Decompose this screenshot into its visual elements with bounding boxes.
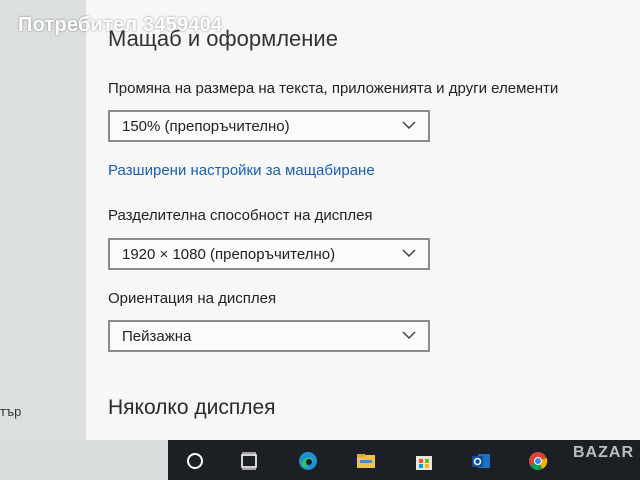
taskbar-search-area[interactable] — [0, 440, 168, 480]
cortana-icon[interactable] — [184, 450, 206, 472]
advanced-scaling-link[interactable]: Разширени настройки за мащабиране — [108, 162, 375, 179]
scale-dropdown[interactable]: 150% (препоръчително) — [108, 110, 430, 142]
edge-icon[interactable] — [297, 450, 319, 472]
settings-sidebar: тър — [0, 0, 86, 440]
resolution-label: Разделителна способност на дисплея — [108, 207, 373, 224]
scale-dropdown-value: 150% (препоръчително) — [122, 118, 290, 135]
orientation-label: Ориентация на дисплея — [108, 290, 277, 307]
text-size-label: Промяна на размера на текста, приложения… — [108, 80, 559, 97]
store-icon[interactable] — [413, 450, 435, 472]
resolution-dropdown-value: 1920 × 1080 (препоръчително) — [122, 246, 336, 263]
outlook-icon[interactable] — [470, 450, 492, 472]
user-watermark: Потребител 3459404 — [18, 14, 223, 36]
taskbar — [0, 440, 640, 480]
multiple-displays-title: Няколко дисплея — [108, 396, 276, 419]
file-explorer-icon[interactable] — [355, 450, 377, 472]
orientation-dropdown[interactable]: Пейзажна — [108, 320, 430, 352]
chevron-down-icon — [402, 331, 416, 340]
chrome-icon[interactable] — [527, 450, 549, 472]
task-view-icon[interactable] — [238, 450, 260, 472]
corner-watermark: BAZAR — [573, 444, 634, 461]
chevron-down-icon — [402, 249, 416, 258]
chevron-down-icon — [402, 121, 416, 130]
resolution-dropdown[interactable]: 1920 × 1080 (препоръчително) — [108, 238, 430, 270]
sidebar-item-label[interactable]: тър — [0, 404, 21, 419]
orientation-dropdown-value: Пейзажна — [122, 328, 192, 345]
